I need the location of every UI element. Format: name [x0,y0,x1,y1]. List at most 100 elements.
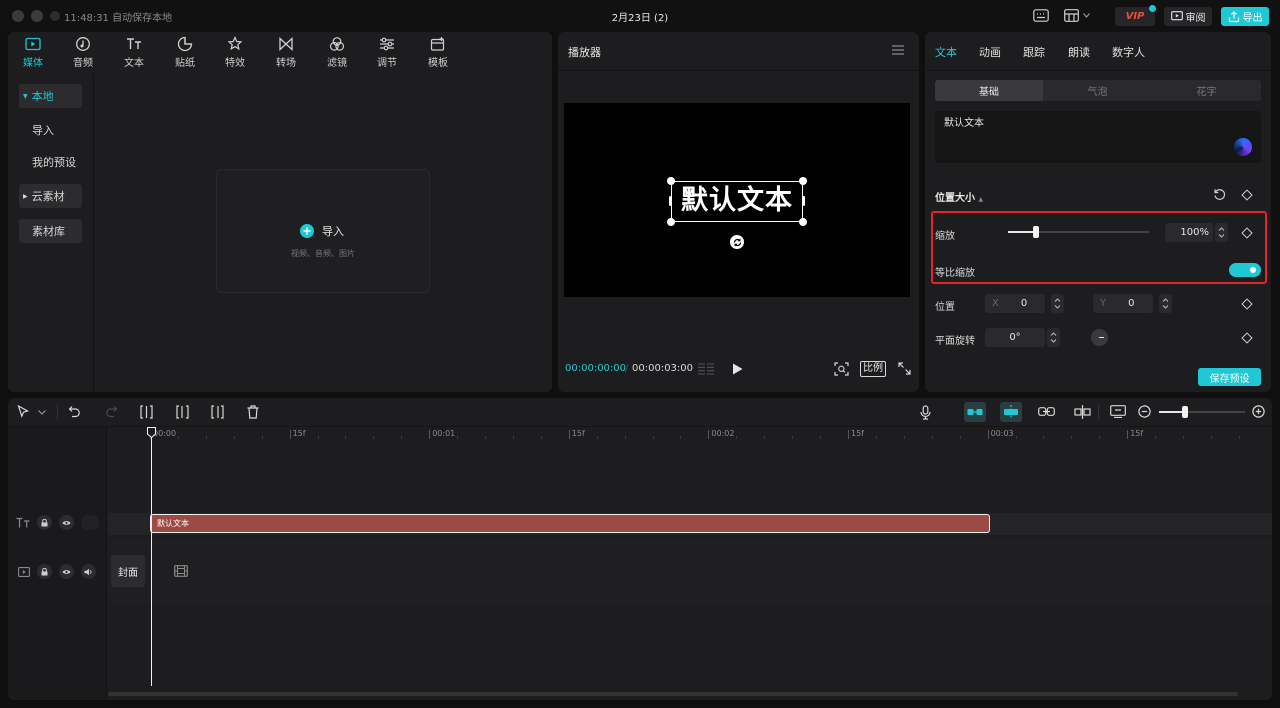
sidebar-item-local[interactable]: ▼ 本地 [19,84,82,108]
undo-icon[interactable] [68,405,81,418]
film-icon [174,565,188,577]
tab-read-aloud[interactable]: 朗读 [1068,44,1090,60]
subtab-basic[interactable]: 基础 [935,80,1043,101]
ruler-label: 15f [1130,429,1144,438]
scale-slider[interactable] [1008,226,1149,238]
tool-media[interactable]: 媒体 [10,36,56,70]
import-dropzone[interactable]: 导入 视频、音频、图片 [216,169,430,293]
keyframe-icon[interactable] [1241,189,1253,201]
scale-input[interactable]: 100% [1165,223,1213,242]
lock-icon[interactable] [37,564,52,579]
caret-right-icon: ▶ [23,192,28,200]
horizontal-scrollbar[interactable] [108,692,1238,696]
link-icon[interactable] [1038,407,1055,416]
sidebar-item-cloud[interactable]: ▶ 云素材 [19,184,82,208]
save-preset-button[interactable]: 保存预设 [1198,368,1261,386]
subtab-fancy-text[interactable]: 花字 [1152,80,1261,101]
ai-assistant-icon[interactable] [1234,138,1252,156]
resize-handle[interactable] [667,218,675,226]
sidebar-item-my-presets[interactable]: 我的预设 [19,150,82,174]
rotation-keyframe-icon[interactable] [1241,332,1253,344]
sidebar-item-library[interactable]: 素材库 [19,219,82,243]
menu-icon[interactable] [892,45,904,55]
ruler-label: 15f [851,429,864,438]
resize-handle[interactable] [667,177,675,185]
time-ruler[interactable]: 00:00 15f 00:01 15f 00:02 15f 00:03 15f [150,427,1272,441]
main-track-magnet-button[interactable] [964,402,986,422]
tool-sticker[interactable]: 贴纸 [162,36,208,70]
tab-text[interactable]: 文本 [935,44,957,60]
play-icon[interactable] [732,363,743,375]
tool-audio[interactable]: 音频 [60,36,106,70]
playhead-handle[interactable] [147,427,156,438]
side-handle[interactable] [669,196,672,206]
screen-icon[interactable] [1110,405,1126,418]
split-left-icon[interactable] [176,405,189,419]
waveform-icon[interactable] [697,363,715,375]
rotation-stepper[interactable] [1047,328,1060,347]
timeline-zoom-slider[interactable] [1159,406,1245,418]
reset-icon[interactable] [1213,188,1226,201]
tool-text[interactable]: 文本 [111,36,157,70]
ruler-minor-tick [345,436,347,439]
microphone-icon[interactable] [920,405,931,420]
shortcuts-icon[interactable] [1033,9,1049,22]
layout-menu[interactable] [1064,9,1090,22]
playhead[interactable] [151,428,152,686]
aspect-ratio-button[interactable]: 比例 [860,361,886,377]
tab-digital-human[interactable]: 数字人 [1112,44,1145,60]
ruler-label: 15f [292,429,306,438]
fit-screen-icon[interactable] [834,362,849,376]
tab-animation[interactable]: 动画 [979,44,1001,60]
cover-button[interactable]: 封面 [111,555,145,587]
position-label: 位置 [935,302,955,313]
eye-icon[interactable] [59,564,74,579]
tool-transition[interactable]: 转场 [263,36,309,70]
text-clip[interactable]: 默认文本 [150,514,990,533]
speaker-icon[interactable] [81,564,96,579]
preview-canvas[interactable]: 默认文本 [564,103,910,297]
export-button[interactable]: 导出 [1221,7,1269,26]
resize-handle[interactable] [799,218,807,226]
zoom-in-icon[interactable] [1252,405,1265,418]
position-keyframe-icon[interactable] [1241,298,1253,310]
position-y-input[interactable]: Y 0 [1093,294,1153,313]
resize-handle[interactable] [799,177,807,185]
sidebar-item-import[interactable]: 导入 [19,118,82,142]
redo-icon[interactable] [105,405,118,418]
position-y-stepper[interactable] [1159,294,1172,313]
position-x-input[interactable]: X 0 [985,294,1045,313]
tool-adjust[interactable]: 调节 [364,36,410,70]
ruler-minor-tick [624,436,626,439]
scale-stepper[interactable] [1215,223,1228,242]
rotation-input[interactable]: 0° [985,328,1045,347]
split-right-icon[interactable] [211,405,224,419]
delete-icon[interactable] [247,405,259,419]
auto-snap-button[interactable] [1000,402,1022,422]
subtab-bubble[interactable]: 气泡 [1043,80,1152,101]
position-x-stepper[interactable] [1051,294,1064,313]
rotate-handle-icon[interactable] [730,235,744,249]
preview-axis-icon[interactable] [1074,405,1091,419]
fullscreen-icon[interactable] [898,362,911,375]
zoom-slider-thumb[interactable] [1181,406,1188,418]
split-icon[interactable] [140,405,153,419]
zoom-out-icon[interactable] [1138,405,1151,418]
side-handle[interactable] [802,196,805,206]
main-track [108,539,1272,603]
uniform-scale-toggle[interactable] [1229,263,1261,277]
eye-icon[interactable] [59,515,74,530]
ruler-tick [568,430,570,439]
select-tool-icon[interactable] [17,405,30,419]
text-content-input[interactable]: 默认文本 [935,111,1261,163]
tool-effects[interactable]: 特效 [212,36,258,70]
scale-slider-thumb[interactable] [1033,226,1040,238]
lock-icon[interactable] [37,515,52,530]
review-button[interactable]: 审阅 [1164,7,1212,26]
rotation-dial-icon[interactable] [1091,329,1108,346]
tool-filter[interactable]: 滤镜 [314,36,360,70]
tool-template[interactable]: 模板 [415,36,461,70]
import-action[interactable]: 导入 [300,223,344,239]
tab-tracking[interactable]: 跟踪 [1023,44,1045,60]
chevron-down-icon[interactable] [38,410,46,415]
